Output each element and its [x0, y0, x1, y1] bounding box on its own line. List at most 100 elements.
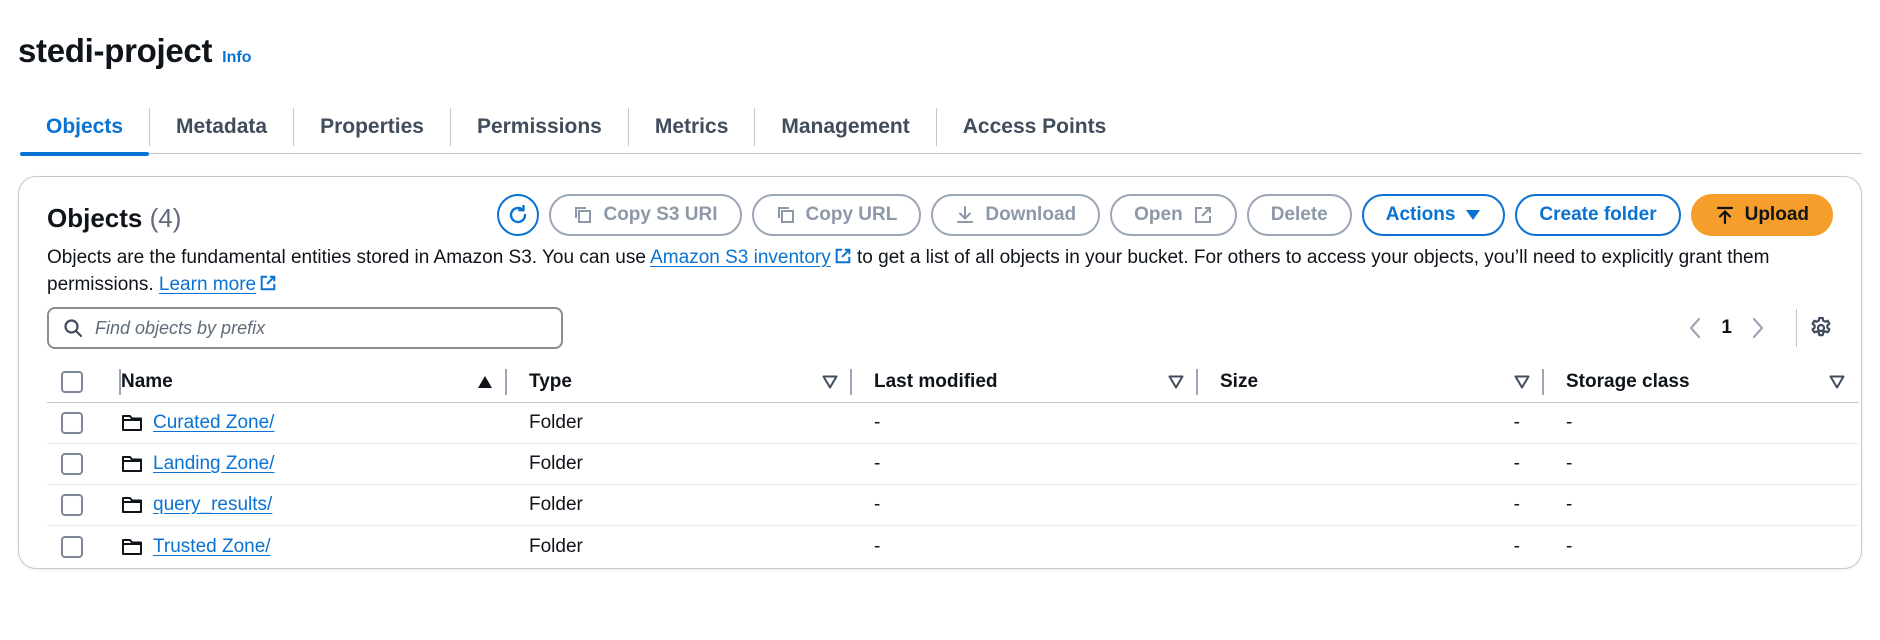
upload-icon — [1716, 206, 1733, 225]
tab-access-points[interactable]: Access Points — [937, 100, 1133, 154]
search-icon — [64, 319, 83, 338]
column-header-storage-class[interactable]: Storage class — [1544, 361, 1859, 403]
previous-page-button[interactable] — [1675, 317, 1715, 339]
s3-bucket-page: stedi-project Info Objects Metadata Prop… — [0, 0, 1880, 640]
caret-down-icon — [1466, 210, 1481, 220]
tab-metrics[interactable]: Metrics — [629, 100, 755, 154]
objects-table: Name Type Last modified Size Storage cla… — [47, 361, 1859, 567]
external-link-icon — [1194, 207, 1211, 223]
table-row: Trusted Zone/ Folder - - - — [47, 526, 1859, 567]
s3-inventory-link[interactable]: Amazon S3 inventory — [650, 247, 831, 268]
copy-icon — [575, 207, 592, 223]
object-last-modified: - — [874, 412, 881, 433]
actions-label: Actions — [1385, 204, 1456, 225]
select-all-checkbox[interactable] — [61, 370, 83, 393]
column-header-last-modified[interactable]: Last modified — [852, 361, 1198, 403]
table-preferences-button[interactable] — [1809, 316, 1833, 340]
table-row: query_results/ Folder - - - — [47, 485, 1859, 526]
pagination: 1 — [1675, 307, 1833, 349]
next-page-button[interactable] — [1738, 317, 1778, 339]
actions-dropdown[interactable]: Actions — [1361, 194, 1506, 236]
open-button[interactable]: Open — [1110, 194, 1237, 236]
object-type: Folder — [529, 412, 583, 433]
bucket-tabs: Objects Metadata Properties Permissions … — [20, 100, 1862, 156]
object-type: Folder — [529, 494, 583, 515]
delete-label: Delete — [1270, 204, 1328, 225]
search-input[interactable] — [95, 317, 561, 339]
objects-panel: Objects (4) Copy S3 URI Copy URL Downloa… — [18, 176, 1862, 569]
column-header-size[interactable]: Size — [1198, 361, 1544, 403]
sort-ascending-icon[interactable] — [477, 375, 493, 389]
row-select-cell — [47, 494, 121, 516]
objects-toolbar: Copy S3 URI Copy URL Download Open Delet… — [497, 194, 1833, 236]
tab-management[interactable]: Management — [755, 100, 935, 154]
row-checkbox[interactable] — [61, 535, 83, 558]
tab-objects[interactable]: Objects — [20, 100, 150, 156]
column-label: Name — [121, 370, 173, 392]
tab-permissions[interactable]: Permissions — [451, 100, 628, 154]
column-label: Size — [1220, 370, 1259, 392]
row-select-cell — [47, 412, 121, 434]
page-number[interactable]: 1 — [1715, 317, 1738, 339]
upload-button[interactable]: Upload — [1690, 194, 1833, 236]
object-storage-class: - — [1566, 494, 1573, 515]
copy-url-button[interactable]: Copy URL — [751, 194, 922, 236]
folder-icon — [122, 497, 142, 513]
download-icon — [957, 206, 974, 223]
folder-icon — [122, 538, 142, 555]
info-link[interactable]: Info — [222, 49, 251, 67]
row-checkbox[interactable] — [61, 453, 83, 475]
folder-icon — [122, 456, 142, 472]
chevron-left-icon — [1690, 317, 1701, 339]
object-link[interactable]: Landing Zone/ — [153, 453, 275, 475]
column-label: Type — [529, 370, 572, 392]
tab-properties[interactable]: Properties — [294, 100, 450, 154]
page-title: stedi-project — [18, 32, 213, 69]
column-label: Storage class — [1566, 370, 1690, 392]
object-size-cell: - — [1198, 453, 1544, 475]
object-size: - — [1513, 412, 1520, 433]
sort-icon[interactable] — [1514, 375, 1530, 389]
create-folder-label: Create folder — [1539, 204, 1657, 225]
download-button[interactable]: Download — [931, 194, 1101, 236]
object-link[interactable]: Curated Zone/ — [153, 412, 274, 434]
delete-button[interactable]: Delete — [1246, 194, 1352, 236]
object-size-cell: - — [1198, 536, 1544, 558]
chevron-right-icon — [1752, 317, 1764, 339]
object-storage-class: - — [1566, 412, 1573, 433]
object-type: Folder — [529, 535, 583, 557]
object-name-cell: Curated Zone/ — [121, 412, 507, 434]
object-type: Folder — [529, 453, 583, 474]
row-checkbox[interactable] — [61, 412, 83, 434]
row-select-cell — [47, 453, 121, 475]
column-label: Last modified — [874, 370, 998, 392]
pagination-divider — [1796, 309, 1797, 347]
table-row: Curated Zone/ Folder - - - — [47, 403, 1859, 444]
object-size-cell: - — [1198, 412, 1544, 434]
copy-s3-uri-button[interactable]: Copy S3 URI — [549, 194, 742, 236]
table-row: Landing Zone/ Folder - - - — [47, 444, 1859, 485]
object-storage-class: - — [1566, 453, 1573, 474]
gear-icon — [1811, 316, 1831, 337]
column-header-type[interactable]: Type — [507, 361, 852, 403]
tab-metadata[interactable]: Metadata — [150, 100, 293, 154]
description-text-1: Objects are the fundamental entities sto… — [47, 247, 651, 268]
sort-icon[interactable] — [1829, 375, 1845, 389]
column-header-name[interactable]: Name — [121, 361, 507, 403]
sort-icon[interactable] — [822, 375, 838, 389]
object-size: - — [1513, 494, 1520, 515]
object-link[interactable]: query_results/ — [153, 494, 272, 516]
learn-more-link-label: Learn more — [158, 274, 257, 295]
object-name-cell: query_results/ — [121, 494, 507, 516]
object-last-modified: - — [874, 494, 881, 515]
object-link[interactable]: Trusted Zone/ — [153, 536, 271, 558]
object-size: - — [1513, 535, 1520, 557]
sort-icon[interactable] — [1168, 375, 1184, 389]
row-checkbox[interactable] — [61, 494, 83, 516]
object-last-modified: - — [874, 453, 881, 474]
external-link-icon — [260, 275, 276, 291]
refresh-button[interactable] — [497, 194, 540, 236]
learn-more-link[interactable]: Learn more — [159, 274, 256, 295]
object-name-cell: Trusted Zone/ — [121, 536, 507, 558]
create-folder-button[interactable]: Create folder — [1515, 194, 1681, 236]
